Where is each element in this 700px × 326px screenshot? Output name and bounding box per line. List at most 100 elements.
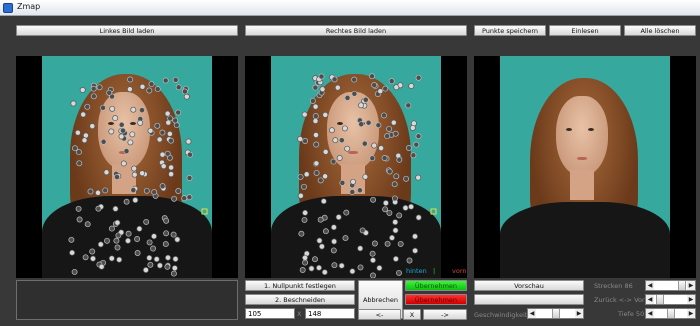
control-point-marker[interactable]: [297, 136, 304, 142]
control-point-marker[interactable]: [312, 84, 319, 91]
control-point-marker[interactable]: [339, 179, 346, 186]
next-button[interactable]: ->: [423, 309, 467, 320]
control-point-marker[interactable]: [391, 181, 398, 188]
control-point-marker[interactable]: [132, 197, 139, 204]
control-point-marker[interactable]: [95, 205, 102, 212]
control-point-marker[interactable]: [406, 257, 413, 264]
control-point-marker[interactable]: [181, 88, 188, 95]
set-zero-point-button[interactable]: 1. Nullpunkt festlegen: [245, 280, 355, 291]
control-point-marker[interactable]: [136, 225, 143, 232]
control-point-marker[interactable]: [103, 169, 110, 176]
control-point-marker[interactable]: [322, 228, 329, 235]
control-point-marker[interactable]: [154, 122, 161, 129]
read-in-button[interactable]: Einlesen: [549, 25, 621, 36]
control-point-marker[interactable]: [369, 73, 375, 80]
control-point-marker[interactable]: [382, 85, 389, 92]
control-point-marker[interactable]: [396, 269, 402, 276]
control-point-marker[interactable]: [312, 113, 319, 120]
control-point-marker[interactable]: [68, 236, 75, 243]
control-point-marker[interactable]: [146, 254, 153, 261]
control-point-marker[interactable]: [318, 73, 325, 80]
control-point-marker[interactable]: [301, 183, 307, 190]
control-point-marker[interactable]: [139, 83, 146, 90]
control-point-marker[interactable]: [350, 178, 357, 185]
control-point-marker[interactable]: [371, 240, 378, 247]
control-point-marker[interactable]: [165, 254, 171, 261]
control-point-marker[interactable]: [331, 262, 338, 269]
control-point-marker[interactable]: [166, 130, 173, 137]
control-point-marker[interactable]: [131, 171, 138, 178]
control-point-marker[interactable]: [80, 111, 87, 118]
control-point-marker[interactable]: [151, 233, 157, 240]
control-point-marker[interactable]: [104, 237, 110, 244]
depth-left-arrow-icon[interactable]: ◀: [646, 309, 654, 318]
control-point-marker[interactable]: [371, 82, 378, 89]
control-point-marker[interactable]: [172, 256, 179, 262]
control-point-marker[interactable]: [382, 200, 389, 206]
control-point-marker[interactable]: [316, 264, 322, 271]
control-point-marker[interactable]: [89, 248, 96, 255]
control-point-marker[interactable]: [98, 263, 105, 270]
control-point-marker[interactable]: [90, 93, 97, 100]
control-point-marker[interactable]: [410, 152, 417, 159]
control-point-marker[interactable]: [390, 119, 397, 126]
control-point-marker[interactable]: [162, 77, 169, 84]
control-point-marker[interactable]: [89, 123, 96, 130]
control-point-marker[interactable]: [134, 236, 141, 242]
speed-slider-thumb[interactable]: [552, 309, 560, 318]
control-point-marker[interactable]: [297, 173, 304, 180]
control-point-marker[interactable]: [392, 227, 399, 234]
control-point-marker[interactable]: [168, 137, 174, 144]
control-point-marker[interactable]: [159, 151, 166, 158]
control-point-marker[interactable]: [359, 227, 366, 234]
control-point-marker[interactable]: [312, 103, 319, 110]
selected-point-marker[interactable]: [201, 208, 208, 215]
back-forward-slider-thumb[interactable]: [656, 295, 664, 304]
control-point-marker[interactable]: [356, 187, 363, 194]
control-point-marker[interactable]: [120, 127, 126, 134]
control-point-marker[interactable]: [362, 96, 369, 103]
depth-slider[interactable]: ◀ ▶: [645, 308, 696, 319]
control-point-marker[interactable]: [301, 216, 308, 223]
control-point-marker[interactable]: [116, 256, 123, 263]
control-point-marker[interactable]: [386, 168, 393, 175]
back-forward-slider[interactable]: ◀ ▶: [645, 294, 696, 305]
control-point-marker[interactable]: [163, 230, 170, 237]
back-forward-right-arrow-icon[interactable]: ▶: [687, 295, 695, 304]
control-point-marker[interactable]: [106, 89, 113, 96]
control-point-marker[interactable]: [365, 119, 372, 126]
control-point-marker[interactable]: [84, 103, 91, 110]
control-point-marker[interactable]: [82, 254, 89, 261]
x-coordinate-input[interactable]: 105: [245, 308, 295, 319]
control-point-marker[interactable]: [371, 142, 378, 149]
control-point-marker[interactable]: [109, 105, 116, 112]
control-point-marker[interactable]: [375, 122, 382, 129]
control-point-marker[interactable]: [392, 219, 399, 226]
control-point-marker[interactable]: [171, 195, 178, 202]
preview-button[interactable]: Vorschau: [474, 280, 584, 291]
control-point-marker[interactable]: [358, 121, 365, 128]
control-point-marker[interactable]: [302, 259, 309, 266]
previous-button[interactable]: <-: [358, 309, 401, 320]
speed-left-arrow-icon[interactable]: ◀: [528, 309, 536, 318]
control-point-marker[interactable]: [175, 188, 182, 194]
control-point-marker[interactable]: [369, 250, 376, 257]
depth-right-arrow-icon[interactable]: ▶: [687, 309, 695, 318]
control-point-marker[interactable]: [396, 156, 403, 163]
speed-right-arrow-icon[interactable]: ▶: [575, 309, 583, 318]
control-point-marker[interactable]: [316, 237, 323, 244]
control-point-marker[interactable]: [301, 111, 308, 118]
control-point-marker[interactable]: [175, 109, 182, 116]
control-point-marker[interactable]: [403, 175, 410, 182]
control-point-marker[interactable]: [120, 160, 127, 167]
control-point-marker[interactable]: [312, 256, 318, 263]
control-point-marker[interactable]: [108, 225, 115, 232]
control-point-marker[interactable]: [388, 78, 395, 85]
control-point-marker[interactable]: [170, 270, 177, 277]
control-point-marker[interactable]: [164, 110, 171, 117]
control-point-marker[interactable]: [76, 216, 83, 223]
right-control-points[interactable]: [245, 56, 467, 278]
control-point-marker[interactable]: [405, 145, 412, 151]
control-point-marker[interactable]: [415, 174, 422, 181]
control-point-marker[interactable]: [378, 145, 385, 152]
